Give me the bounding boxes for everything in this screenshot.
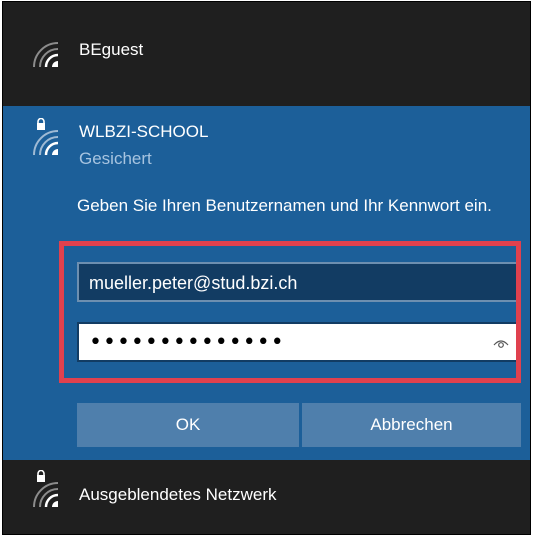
wifi-icon xyxy=(33,42,59,68)
wifi-network-flyout: BEguest WLBZI-SCHOOL Gesichert Geben Sie… xyxy=(2,1,531,535)
ok-button[interactable]: OK xyxy=(77,403,299,447)
wifi-icon xyxy=(33,130,59,156)
network-item-wlbzi-school[interactable]: WLBZI-SCHOOL Gesichert Geben Sie Ihren B… xyxy=(3,106,530,460)
network-name: BEguest xyxy=(79,40,144,59)
highlight-frame xyxy=(59,241,521,383)
network-name: Ausgeblendetes Netzwerk xyxy=(79,485,277,504)
wifi-icon xyxy=(33,482,59,508)
credentials-prompt: Geben Sie Ihren Benutzernamen und Ihr Ke… xyxy=(77,196,492,215)
cancel-button[interactable]: Abbrechen xyxy=(302,403,521,447)
network-item-beguest[interactable]: BEguest xyxy=(3,2,530,106)
security-status: Gesichert xyxy=(79,149,152,168)
network-item-hidden[interactable]: Ausgeblendetes Netzwerk xyxy=(3,460,530,534)
network-name: WLBZI-SCHOOL xyxy=(79,122,209,141)
